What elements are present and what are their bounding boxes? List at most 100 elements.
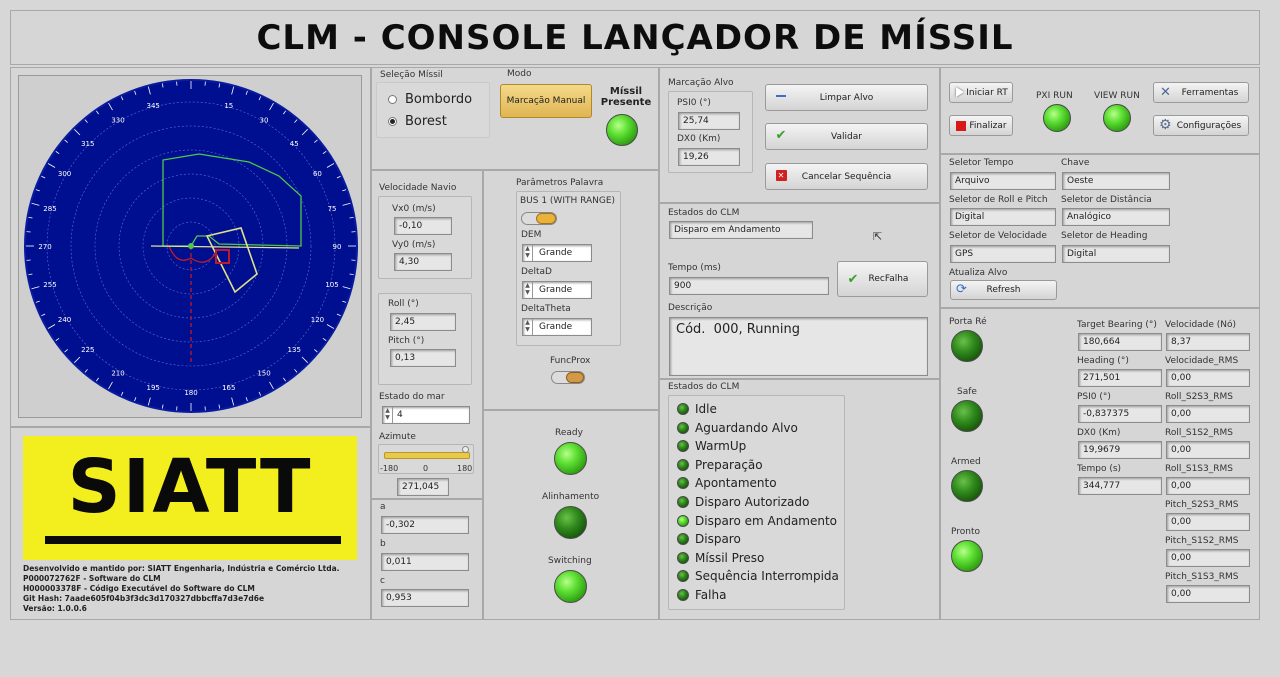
azimute-slider[interactable]	[384, 452, 470, 459]
seletor-roll-field[interactable]: Digital	[950, 208, 1056, 226]
bearing-label: 195	[147, 384, 160, 392]
roll-s2s3-label: Roll_S2S3_RMS	[1165, 392, 1233, 402]
coef-c-label: c	[380, 576, 385, 586]
atualiza-alvo-label: Atualiza Alvo	[949, 268, 1008, 278]
state-item: WarmUp	[677, 437, 746, 455]
limpar-alvo-button[interactable]: Limpar Alvo	[765, 84, 928, 111]
pxi-run-label: PXI RUN	[1036, 91, 1073, 101]
roll-s1s2-field: 0,00	[1166, 441, 1250, 459]
descricao-field: Cód. 000, Running	[669, 317, 928, 376]
finalizar-button[interactable]: Finalizar	[949, 115, 1013, 136]
state-led	[677, 403, 689, 415]
modo-label: Modo	[507, 69, 532, 79]
roll-field[interactable]: 2,45	[390, 313, 456, 331]
state-led	[677, 421, 689, 434]
vx-field[interactable]: -0,10	[394, 217, 452, 235]
azimute-slider-thumb[interactable]	[462, 446, 469, 453]
button-label: Marcação Manual	[506, 96, 586, 106]
bearing-label: 255	[43, 281, 56, 289]
estado-atual-field: Disparo em Andamento	[669, 221, 813, 239]
bearing-label: 315	[81, 140, 94, 148]
state-item: Disparo Autorizado	[677, 493, 809, 511]
seletor-tempo-label: Seletor Tempo	[949, 158, 1014, 168]
dev-info-line: Git Hash: 7aade605f04b3f3dc3d170327dbbcf…	[23, 594, 265, 603]
heading-field: 271,501	[1078, 369, 1162, 387]
radio-bombordo[interactable]: Bombordo	[388, 92, 472, 107]
coef-a-field[interactable]: -0,302	[381, 516, 469, 534]
deltatheta-spinner[interactable]: ▲ ▼	[523, 319, 533, 335]
bearing-label: 210	[111, 369, 124, 377]
safe-led	[951, 400, 983, 432]
estado-mar-field[interactable]: 4	[382, 406, 470, 424]
chave-field[interactable]: Oeste	[1062, 172, 1170, 190]
pronto-led	[951, 540, 983, 572]
tempo-ms-label: Tempo (ms)	[668, 263, 721, 273]
cancelar-sequencia-button[interactable]: ✕ Cancelar Sequência	[765, 163, 928, 190]
validar-button[interactable]: ✔ Validar	[765, 123, 928, 150]
gear-icon: ⚙	[1159, 117, 1172, 133]
button-label: RecFalha	[868, 274, 909, 284]
dx-label: DX0 (Km)	[677, 134, 721, 144]
button-label: Ferramentas	[1181, 87, 1239, 98]
missile-selection-label: Seleção Míssil	[380, 70, 443, 80]
state-label: Disparo em Andamento	[695, 513, 838, 528]
bearing-label: 345	[147, 102, 160, 110]
seletor-heading-field[interactable]: Digital	[1062, 245, 1170, 263]
porta-re-label: Porta Ré	[949, 317, 987, 327]
deltad-value: Grande	[539, 285, 573, 295]
funcprox-toggle-knob	[566, 372, 584, 383]
coef-c-field[interactable]: 0,953	[381, 589, 469, 607]
marcacao-manual-button[interactable]: Marcação Manual	[500, 84, 592, 118]
bearing-label: 75	[328, 205, 337, 213]
state-led	[677, 458, 689, 471]
view-run-label: VIEW RUN	[1094, 91, 1140, 101]
telemetry-panel: Porta Ré Safe Armed Pronto Target Bearin…	[940, 308, 1260, 620]
descricao-text: Cód. 000, Running	[676, 322, 801, 337]
funcprox-toggle[interactable]	[551, 371, 585, 384]
state-led	[677, 440, 689, 453]
roll-s1s2-label: Roll_S1S2_RMS	[1165, 428, 1233, 438]
recfalha-button[interactable]: ✔ RecFalha	[837, 261, 928, 297]
radar-frame: 345 330 315 300 285 270 255 240 225 210 195 180 165 1…	[18, 75, 362, 418]
bus-label: BUS 1 (WITH RANGE)	[520, 196, 616, 206]
configuracoes-button[interactable]: ⚙ Configurações	[1153, 115, 1249, 136]
iniciar-rt-button[interactable]: Iniciar RT	[949, 82, 1013, 103]
missil-presente-label: Míssil Presente	[600, 86, 652, 108]
vy-field[interactable]: 4,30	[394, 253, 452, 271]
bus-toggle[interactable]	[521, 212, 557, 225]
state-label: Idle	[695, 402, 717, 416]
tempo-ms-field: 900	[669, 277, 829, 295]
radio-borest[interactable]: Borest	[388, 114, 447, 129]
missile-radio-group	[376, 82, 490, 138]
seletor-distancia-field[interactable]: Analógico	[1062, 208, 1170, 226]
state-label: Disparo Autorizado	[695, 495, 810, 509]
state-label: Sequência Interrompida	[695, 569, 839, 584]
dx-field[interactable]: 19,26	[678, 148, 740, 166]
state-led	[677, 514, 689, 527]
ferramentas-button[interactable]: ✕ Ferramentas	[1153, 82, 1249, 103]
readiness-panel: Ready Alinhamento Switching	[483, 410, 659, 620]
estado-mar-spinner[interactable]: ▲ ▼	[383, 407, 393, 423]
state-item: Falha	[677, 586, 726, 604]
roll-label: Roll (°)	[388, 299, 419, 309]
switching-label: Switching	[548, 556, 592, 566]
pitch-field[interactable]: 0,13	[390, 349, 456, 367]
radio-label: Borest	[405, 114, 447, 129]
coef-b-field[interactable]: 0,011	[381, 553, 469, 571]
ready-label: Ready	[555, 428, 583, 438]
state-label: Míssil Preso	[695, 550, 765, 565]
velocidade-no-label: Velocidade (Nó)	[1165, 320, 1237, 330]
pitch-s1s3-label: Pitch_S1S3_RMS	[1165, 572, 1239, 582]
deltad-spinner[interactable]: ▲ ▼	[523, 282, 533, 298]
marcacao-label: Marcação Alvo	[668, 78, 734, 88]
radio-circle	[388, 95, 397, 104]
ship-marker	[188, 243, 194, 249]
seletor-tempo-field[interactable]: Arquivo	[950, 172, 1056, 190]
psi-field[interactable]: 25,74	[678, 112, 740, 130]
seletor-velocidade-field[interactable]: GPS	[950, 245, 1056, 263]
state-item: Aguardando Alvo	[677, 419, 798, 437]
pitch-s2s3-label: Pitch_S2S3_RMS	[1165, 500, 1239, 510]
deltatheta-value: Grande	[539, 322, 573, 332]
dem-spinner[interactable]: ▲ ▼	[523, 245, 533, 261]
refresh-button[interactable]: ⟳ Refresh	[950, 280, 1057, 300]
